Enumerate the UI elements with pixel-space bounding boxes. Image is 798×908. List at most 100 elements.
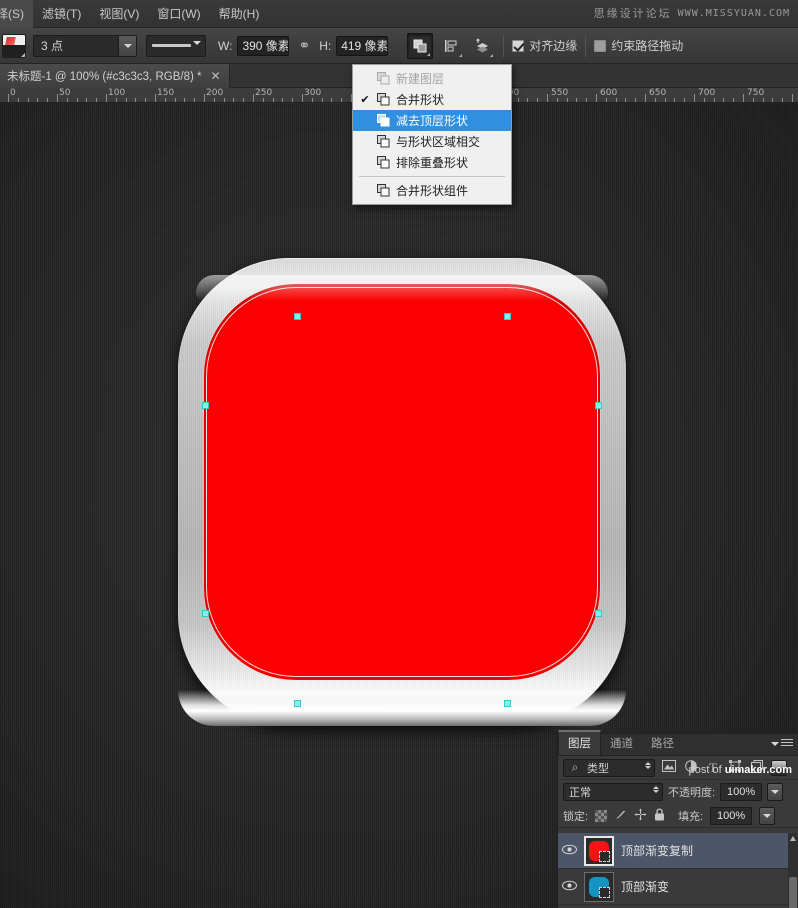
path-anchor-right-bottom[interactable] <box>595 610 602 617</box>
blend-mode-select[interactable]: 正常 <box>563 783 663 801</box>
stroke-weight-combo[interactable]: 3 点 <box>33 34 137 57</box>
red-rounded-square-shape[interactable] <box>196 275 608 680</box>
opacity-input[interactable]: 100% <box>720 783 763 801</box>
tab-layers[interactable]: 图层 <box>558 730 601 755</box>
ruler-tick <box>8 94 9 102</box>
menu-help[interactable]: 帮助(H) <box>210 0 269 28</box>
path-anchor-bottom-right[interactable] <box>504 700 511 707</box>
ruler-tick <box>194 98 195 102</box>
blend-mode-value: 正常 <box>569 787 591 799</box>
filter-kind-select[interactable]: ⌕ 类型 <box>563 758 655 777</box>
menu-filter[interactable]: 滤镜(T) <box>33 0 90 28</box>
fill-chevron-down-icon[interactable] <box>759 806 776 825</box>
path-alignment-button[interactable] <box>438 33 464 59</box>
document-tab-title: 未标题-1 @ 100% (#c3c3c3, RGB/8) * <box>7 71 202 83</box>
tab-channels[interactable]: 通道 <box>601 732 642 755</box>
ruler-tick <box>625 98 626 102</box>
opacity-chevron-down-icon[interactable] <box>767 783 784 801</box>
align-edges-checkbox-box[interactable] <box>512 39 525 52</box>
width-input[interactable]: 390 像素 <box>237 35 290 56</box>
panel-menu-button[interactable] <box>771 739 793 748</box>
document-tab[interactable]: 未标题-1 @ 100% (#c3c3c3, RGB/8) * ✕ <box>0 64 230 88</box>
lock-all-icon[interactable] <box>654 807 665 824</box>
ruler-tick <box>763 98 764 102</box>
layer-thumbnail[interactable] <box>584 835 614 866</box>
path-anchor-top-right[interactable] <box>504 313 511 320</box>
shape-filter-icon[interactable] <box>727 760 743 775</box>
layer-thumbnail-shape <box>589 876 610 898</box>
tab-paths[interactable]: 路径 <box>642 732 683 755</box>
width-value: 390 像素 <box>242 39 290 53</box>
align-edges-checkbox[interactable]: 对齐边缘 <box>512 37 577 54</box>
menu-item-exclude-overlap[interactable]: 排除重叠形状 <box>353 152 511 173</box>
smart-object-filter-icon[interactable] <box>749 759 765 776</box>
ruler-label: 300 <box>304 88 322 98</box>
path-operations-button[interactable] <box>407 32 434 59</box>
layer-list[interactable]: 顶部渐变复制 顶部渐变 <box>558 833 798 908</box>
lock-label: 锁定: <box>563 810 589 823</box>
filter-kind-value: 类型 <box>587 762 609 775</box>
stroke-chevron-down-icon[interactable] <box>193 40 201 63</box>
menu-select[interactable]: 择(S) <box>0 0 33 28</box>
path-anchor-top-left[interactable] <box>294 313 301 320</box>
menu-window[interactable]: 窗口(W) <box>148 0 209 28</box>
eye-icon[interactable] <box>561 844 577 858</box>
scroll-up-icon[interactable] <box>790 836 796 841</box>
lock-transparent-pixels-icon[interactable] <box>595 809 608 822</box>
close-icon[interactable]: ✕ <box>210 70 220 82</box>
layer-row-top-gradient-copy[interactable]: 顶部渐变复制 <box>558 833 798 869</box>
bezel-highlight-band <box>178 690 626 726</box>
filter-enable-toggle[interactable] <box>771 759 787 776</box>
ruler-tick <box>527 98 528 102</box>
scrollbar-thumb[interactable] <box>789 877 797 908</box>
shape-tool-icon[interactable] <box>2 33 26 58</box>
menu-item-new-layer[interactable]: 新建图层 <box>353 68 511 89</box>
path-anchor-left-top[interactable] <box>202 402 209 409</box>
ruler-tick <box>674 98 675 102</box>
layer-name-label[interactable]: 顶部渐变 <box>621 878 669 895</box>
ruler-tick <box>253 94 254 102</box>
spinner-icon[interactable] <box>653 786 659 793</box>
lock-position-icon[interactable] <box>634 808 647 824</box>
layer-row-top-gradient[interactable]: 顶部渐变 <box>558 869 798 905</box>
ruler-tick <box>312 98 313 102</box>
chevron-down-icon <box>771 741 779 746</box>
pixel-filter-icon[interactable] <box>661 760 677 775</box>
ruler-tick <box>665 98 666 102</box>
constrain-path-checkbox-box[interactable] <box>594 39 607 52</box>
layer-thumbnail[interactable] <box>584 871 614 902</box>
lock-image-pixels-icon[interactable] <box>614 808 627 824</box>
menu-item-label: 新建图层 <box>396 72 445 86</box>
layer-name-label[interactable]: 顶部渐变复制 <box>621 842 693 859</box>
path-anchor-left-bottom[interactable] <box>202 610 209 617</box>
menu-item-subtract-front-shape[interactable]: 减去顶层形状 <box>353 110 511 131</box>
path-arrangement-button[interactable] <box>469 33 495 59</box>
ruler-tick <box>547 94 548 102</box>
eye-icon[interactable] <box>561 880 577 894</box>
type-filter-icon[interactable]: T <box>705 760 721 776</box>
menu-item-merge-shape-components[interactable]: 合并形状组件 <box>353 180 511 201</box>
ruler-tick <box>116 98 117 102</box>
adjustment-filter-icon[interactable] <box>683 760 699 775</box>
menu-item-intersect-shape[interactable]: 与形状区域相交 <box>353 131 511 152</box>
ruler-tick <box>165 98 166 102</box>
stroke-style-picker[interactable] <box>146 34 206 62</box>
path-anchor-bottom-left[interactable] <box>294 700 301 707</box>
chevron-down-icon[interactable] <box>118 35 136 56</box>
constrain-path-dragging-checkbox[interactable]: 约束路径拖动 <box>594 37 683 54</box>
layers-scrollbar[interactable] <box>788 833 798 908</box>
spinner-icon[interactable] <box>645 761 651 769</box>
path-operations-dropdown[interactable]: 新建图层 ✔ 合并形状 减去顶层形状 与形状区域相交排除重叠形状合并形状组件 <box>352 64 512 205</box>
menu-item-combine-shapes[interactable]: ✔ 合并形状 <box>353 89 511 110</box>
layers-panel: 图层 通道 路径 ⌕ 类型 T 正常 不透明度: 100% 锁定: 填充: 10… <box>557 730 798 908</box>
ruler-tick <box>273 98 274 102</box>
icon-artwork[interactable] <box>178 258 626 733</box>
menu-view[interactable]: 视图(V) <box>90 0 148 28</box>
menu-item-label: 排除重叠形状 <box>396 156 469 170</box>
path-anchor-right-top[interactable] <box>595 402 602 409</box>
fill-input[interactable]: 100% <box>710 806 753 825</box>
blend-mode-row: 正常 不透明度: 100% <box>558 780 798 804</box>
ruler-tick <box>86 98 87 102</box>
height-input[interactable]: 419 像素 <box>336 35 389 56</box>
link-wh-icon[interactable]: ⚭ <box>298 37 310 54</box>
